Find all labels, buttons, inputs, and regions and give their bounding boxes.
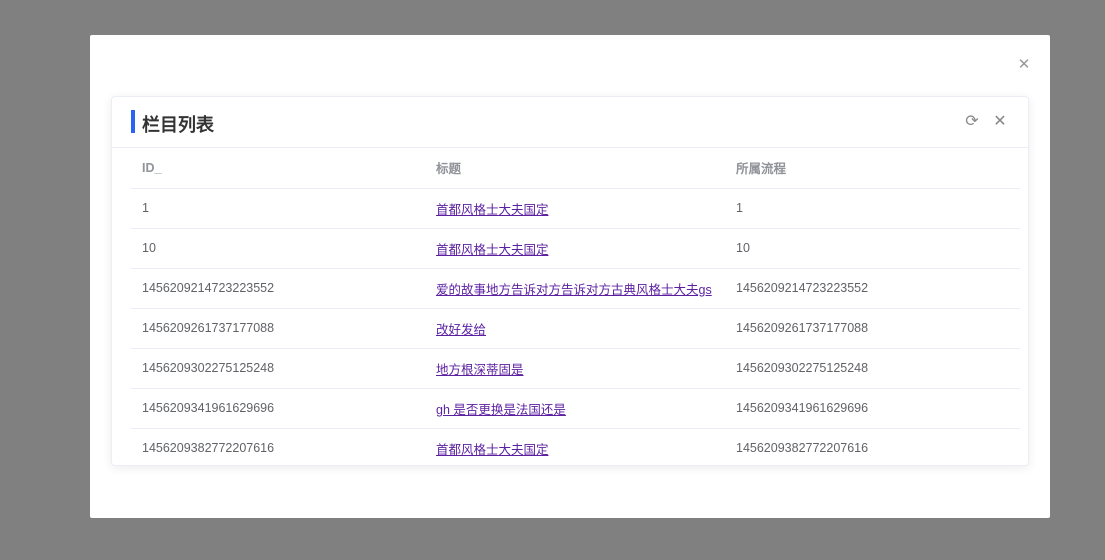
cell-id: 1456209214723223552 — [131, 268, 425, 309]
cell-title: 地方根深蒂固是 — [425, 348, 725, 389]
card-header: 栏目列表 ⟳ ✕ — [112, 97, 1028, 148]
cell-title: 首都风格士大夫国定 — [425, 228, 725, 269]
cell-process: 1456209302275125248 — [725, 348, 1020, 389]
table-row: 1456209341961629696 gh 是否更换是法国还是 1456209… — [131, 388, 1020, 429]
cell-process: 1456209382772207616 — [725, 428, 1020, 465]
table-row: 1456209261737177088 改好发给 145620926173717… — [131, 308, 1020, 349]
cell-process: 1456209261737177088 — [725, 308, 1020, 349]
title-link[interactable]: gh 是否更换是法国还是 — [436, 403, 566, 417]
table-row: 1456209382772207616 首都风格士大夫国定 1456209382… — [131, 428, 1020, 465]
table-row: 1456209214723223552 爱的故事地方告诉对方告诉对方古典风格士大… — [131, 268, 1020, 309]
table-row: 10 首都风格士大夫国定 10 — [131, 228, 1020, 269]
cell-id: 1456209341961629696 — [131, 388, 425, 429]
cell-process: 1456209341961629696 — [725, 388, 1020, 429]
cell-id: 1456209382772207616 — [131, 428, 425, 465]
header-title[interactable]: 标题 — [425, 148, 725, 189]
modal-dialog: ✕ 栏目列表 ⟳ ✕ ID_ 标题 所属流程 1 首都风格士大夫国定 1 10 首… — [90, 35, 1050, 518]
cell-id: 1456209302275125248 — [131, 348, 425, 389]
title-link[interactable]: 首都风格士大夫国定 — [436, 203, 549, 217]
title-link[interactable]: 首都风格士大夫国定 — [436, 443, 549, 457]
cell-process: 10 — [725, 228, 1020, 269]
refresh-icon[interactable]: ⟳ — [964, 111, 980, 131]
table-row: 1 首都风格士大夫国定 1 — [131, 188, 1020, 229]
cell-title: 首都风格士大夫国定 — [425, 188, 725, 229]
title-link[interactable]: 爱的故事地方告诉对方告诉对方古典风格士大夫gs — [436, 283, 712, 297]
cell-title: 爱的故事地方告诉对方告诉对方古典风格士大夫gs — [425, 268, 725, 309]
cell-id: 1 — [131, 188, 425, 229]
title-link[interactable]: 改好发给 — [436, 323, 486, 337]
cell-process: 1 — [725, 188, 1020, 229]
header-id[interactable]: ID_ — [131, 148, 425, 189]
cell-title: gh 是否更换是法国还是 — [425, 388, 725, 429]
header-process[interactable]: 所属流程 — [725, 148, 1020, 189]
column-table: ID_ 标题 所属流程 1 首都风格士大夫国定 1 10 首都风格士大夫国定 10… — [131, 148, 1020, 465]
modal-close-icon[interactable]: ✕ — [1016, 55, 1032, 73]
card-title: 栏目列表 — [142, 115, 214, 135]
column-list-card: 栏目列表 ⟳ ✕ ID_ 标题 所属流程 1 首都风格士大夫国定 1 10 首都风… — [111, 96, 1029, 466]
cell-process: 1456209214723223552 — [725, 268, 1020, 309]
cell-id: 10 — [131, 228, 425, 269]
table-header-row: ID_ 标题 所属流程 — [131, 148, 1020, 189]
cell-title: 改好发给 — [425, 308, 725, 349]
table-row: 1456209302275125248 地方根深蒂固是 145620930227… — [131, 348, 1020, 389]
title-accent-bar — [131, 110, 135, 133]
cell-id: 1456209261737177088 — [131, 308, 425, 349]
title-link[interactable]: 地方根深蒂固是 — [436, 363, 524, 377]
title-link[interactable]: 首都风格士大夫国定 — [436, 243, 549, 257]
cell-title: 首都风格士大夫国定 — [425, 428, 725, 465]
close-icon[interactable]: ✕ — [992, 111, 1008, 131]
